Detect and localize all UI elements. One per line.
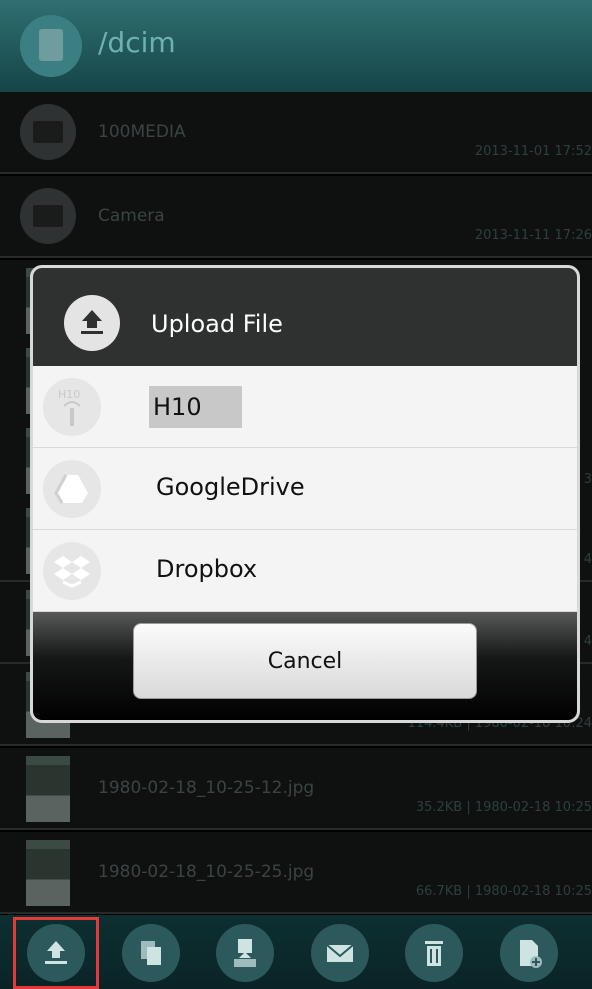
file-meta: 4 <box>583 552 592 567</box>
file-name: 1980-02-18_10-25-25.jpg <box>98 862 315 882</box>
folder-icon <box>20 104 76 160</box>
upload-file-dialog: Upload File H10 H10 GoogleDrive Dropbox … <box>30 265 580 723</box>
new-file-icon[interactable] <box>500 924 558 982</box>
sd-card-icon[interactable] <box>20 15 82 77</box>
file-name: 1980-02-18_10-25-12.jpg <box>98 778 315 798</box>
image-thumbnail <box>26 756 70 822</box>
option-label: H10 <box>149 386 242 428</box>
google-drive-icon <box>43 460 101 518</box>
delete-icon[interactable] <box>405 924 463 982</box>
svg-text:H10: H10 <box>58 388 80 401</box>
dropbox-icon <box>43 542 101 600</box>
folder-icon <box>20 188 76 244</box>
option-dropbox[interactable]: Dropbox <box>33 530 577 612</box>
selected-tool-highlight <box>13 917 99 989</box>
file-meta: 2013-11-11 17:26 <box>474 228 592 243</box>
list-item-folder[interactable]: Camera 2013-11-11 17:26 <box>0 176 592 258</box>
list-item-file[interactable]: 1980-02-18_10-25-12.jpg 35.2KB | 1980-02… <box>0 748 592 830</box>
list-item-file[interactable]: 1980-02-18_10-25-25.jpg 66.7KB | 1980-02… <box>0 832 592 914</box>
dialog-footer: Cancel <box>33 612 577 720</box>
file-name: Camera <box>98 206 165 226</box>
copy-icon[interactable] <box>122 924 180 982</box>
option-label: GoogleDrive <box>156 473 305 501</box>
move-icon[interactable] <box>216 924 274 982</box>
h10-device-icon: H10 <box>43 378 101 436</box>
current-path: /dcim <box>98 26 176 59</box>
list-item-folder[interactable]: 100MEDIA 2013-11-01 17:52 <box>0 92 592 174</box>
email-icon[interactable] <box>311 924 369 982</box>
file-meta: 66.7KB | 1980-02-18 10:25 <box>415 884 592 899</box>
option-google-drive[interactable]: GoogleDrive <box>33 448 577 530</box>
path-header: /dcim <box>0 0 592 92</box>
cancel-button[interactable]: Cancel <box>133 623 477 699</box>
file-meta: 35.2KB | 1980-02-18 10:25 <box>415 800 592 815</box>
option-label: Dropbox <box>156 555 258 583</box>
option-h10[interactable]: H10 H10 <box>33 366 577 448</box>
dialog-header: Upload File <box>33 268 577 366</box>
file-meta: 3 <box>583 472 592 487</box>
dialog-title: Upload File <box>151 310 283 338</box>
upload-icon <box>64 295 120 351</box>
file-name: 100MEDIA <box>98 122 186 142</box>
file-meta: 2013-11-01 17:52 <box>474 144 592 159</box>
image-thumbnail <box>26 840 70 906</box>
file-meta: 4 <box>583 634 592 649</box>
